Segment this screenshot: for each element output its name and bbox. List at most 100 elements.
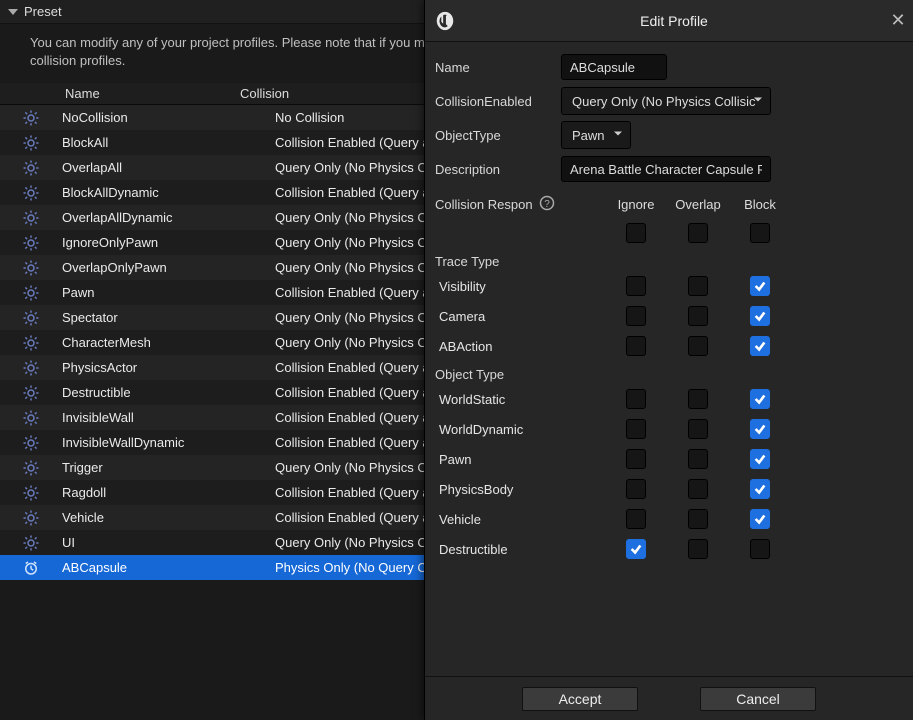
- master-response-row: [435, 218, 903, 248]
- master-overlap-checkbox[interactable]: [688, 223, 708, 243]
- dialog-title: Edit Profile: [465, 13, 883, 29]
- gear-icon[interactable]: [22, 234, 62, 252]
- row-name: IgnoreOnlyPawn: [62, 235, 275, 250]
- gear-icon[interactable]: [22, 284, 62, 302]
- help-icon[interactable]: ?: [539, 195, 555, 214]
- block-checkbox[interactable]: [750, 306, 770, 326]
- objecttype-dropdown[interactable]: Pawn: [561, 121, 631, 149]
- block-checkbox[interactable]: [750, 419, 770, 439]
- ignore-checkbox[interactable]: [626, 276, 646, 296]
- gear-icon[interactable]: [22, 109, 62, 127]
- ignore-checkbox[interactable]: [626, 449, 646, 469]
- block-checkbox[interactable]: [750, 276, 770, 296]
- response-label: ABAction: [435, 339, 605, 354]
- row-collision: Query Only (No Physics Co: [275, 235, 425, 250]
- gear-icon[interactable]: [22, 359, 62, 377]
- ignore-checkbox[interactable]: [626, 336, 646, 356]
- accept-button[interactable]: Accept: [522, 687, 638, 711]
- row-collision: Query Only (No Physics Co: [275, 210, 425, 225]
- row-collision: Query Only (No Physics Co: [275, 160, 425, 175]
- ignore-checkbox[interactable]: [626, 389, 646, 409]
- master-block-checkbox[interactable]: [750, 223, 770, 243]
- response-row: WorldDynamic: [435, 414, 903, 444]
- gear-icon[interactable]: [22, 484, 62, 502]
- gear-icon[interactable]: [22, 509, 62, 527]
- collision-dropdown-value: Query Only (No Physics Collisic: [572, 94, 756, 109]
- response-row: ABAction: [435, 331, 903, 361]
- gear-icon[interactable]: [22, 459, 62, 477]
- row-name: Vehicle: [62, 510, 275, 525]
- response-label: Camera: [435, 309, 605, 324]
- master-ignore-checkbox[interactable]: [626, 223, 646, 243]
- overlap-checkbox[interactable]: [688, 449, 708, 469]
- overlap-checkbox[interactable]: [688, 306, 708, 326]
- response-row: Destructible: [435, 534, 903, 564]
- overlap-checkbox[interactable]: [688, 479, 708, 499]
- objecttype-dropdown-value: Pawn: [572, 128, 605, 143]
- cancel-button[interactable]: Cancel: [700, 687, 816, 711]
- ue-logo-icon: [425, 10, 465, 32]
- objecttype-label: ObjectType: [435, 128, 561, 143]
- overlap-checkbox[interactable]: [688, 539, 708, 559]
- row-name: Pawn: [62, 285, 275, 300]
- row-name: Trigger: [62, 460, 275, 475]
- row-name: UI: [62, 535, 275, 550]
- block-checkbox[interactable]: [750, 509, 770, 529]
- collision-dropdown[interactable]: Query Only (No Physics Collisic: [561, 87, 771, 115]
- gear-icon[interactable]: [22, 384, 62, 402]
- gear-icon[interactable]: [22, 159, 62, 177]
- row-collision: Query Only (No Physics Co: [275, 310, 425, 325]
- overlap-checkbox[interactable]: [688, 509, 708, 529]
- col-ignore: Ignore: [605, 197, 667, 212]
- row-name: ABCapsule: [62, 560, 275, 575]
- ignore-checkbox[interactable]: [626, 419, 646, 439]
- overlap-checkbox[interactable]: [688, 419, 708, 439]
- gear-icon[interactable]: [22, 259, 62, 277]
- block-checkbox[interactable]: [750, 389, 770, 409]
- row-collision: Query Only (No Physics Co: [275, 460, 425, 475]
- row-collision: Collision Enabled (Query an: [275, 360, 425, 375]
- response-row: Camera: [435, 301, 903, 331]
- row-collision: Collision Enabled (Query an: [275, 135, 425, 150]
- ignore-checkbox[interactable]: [626, 306, 646, 326]
- row-collision: Collision Enabled (Query an: [275, 510, 425, 525]
- name-input[interactable]: [561, 54, 667, 80]
- row-name: Destructible: [62, 385, 275, 400]
- overlap-checkbox[interactable]: [688, 336, 708, 356]
- block-checkbox[interactable]: [750, 336, 770, 356]
- ignore-checkbox[interactable]: [626, 509, 646, 529]
- gear-icon[interactable]: [22, 309, 62, 327]
- block-checkbox[interactable]: [750, 479, 770, 499]
- col-collision: Collision: [240, 86, 400, 101]
- gear-icon[interactable]: [22, 434, 62, 452]
- description-input[interactable]: [561, 156, 771, 182]
- gear-icon[interactable]: [22, 209, 62, 227]
- col-block: Block: [729, 197, 791, 212]
- response-label: PhysicsBody: [435, 482, 605, 497]
- gear-icon[interactable]: [22, 534, 62, 552]
- row-name: BlockAllDynamic: [62, 185, 275, 200]
- ignore-checkbox[interactable]: [626, 479, 646, 499]
- row-name: Spectator: [62, 310, 275, 325]
- row-name: PhysicsActor: [62, 360, 275, 375]
- gear-icon[interactable]: [22, 409, 62, 427]
- preset-label: Preset: [24, 4, 62, 19]
- overlap-checkbox[interactable]: [688, 276, 708, 296]
- object-type-section-label: Object Type: [435, 361, 903, 384]
- block-checkbox[interactable]: [750, 539, 770, 559]
- response-label: Destructible: [435, 542, 605, 557]
- ignore-checkbox[interactable]: [626, 539, 646, 559]
- overlap-checkbox[interactable]: [688, 389, 708, 409]
- response-label: Pawn: [435, 452, 605, 467]
- gear-icon[interactable]: [22, 184, 62, 202]
- col-overlap: Overlap: [667, 197, 729, 212]
- gear-icon[interactable]: [22, 334, 62, 352]
- response-label: Vehicle: [435, 512, 605, 527]
- close-button[interactable]: ✕: [883, 10, 913, 31]
- response-label: WorldDynamic: [435, 422, 605, 437]
- block-checkbox[interactable]: [750, 449, 770, 469]
- row-collision: Query Only (No Physics Co: [275, 535, 425, 550]
- clock-icon[interactable]: [22, 559, 62, 577]
- gear-icon[interactable]: [22, 134, 62, 152]
- row-collision: Collision Enabled (Query an: [275, 285, 425, 300]
